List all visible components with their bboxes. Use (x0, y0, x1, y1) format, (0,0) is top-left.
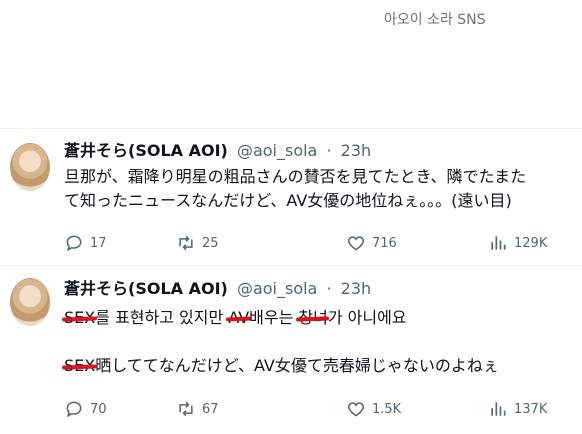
tweet-text-line: 旦那が、霜降り明星の粗品さんの賛否を見てたとき、隣でたまた (64, 167, 527, 186)
retweet-icon (179, 235, 193, 251)
tweet-header: 蒼井そら(SOLA AOI) @aoi_sola · 23h (64, 275, 371, 299)
reply-button[interactable]: 70 (64, 399, 107, 419)
retweet-count: 67 (202, 401, 219, 417)
tweet-text-line: て知ったニュースなんだけど、AV女優の地位ねぇ。。。(遠い目) (64, 191, 512, 210)
view-count: 137K (514, 401, 548, 417)
redacted-word: SEX (64, 306, 95, 330)
retweet-button[interactable]: 67 (176, 399, 219, 419)
author-handle[interactable]: @aoi_sola (237, 279, 317, 298)
avatar[interactable] (10, 278, 50, 326)
like-count: 716 (372, 235, 397, 251)
avatar[interactable] (10, 143, 50, 191)
separator-dot: · (326, 279, 332, 298)
tweet[interactable]: 蒼井そら(SOLA AOI) @aoi_sola · 23h SEX를 표현하고… (0, 265, 582, 418)
retweet-button[interactable]: 25 (176, 233, 219, 253)
reply-icon (66, 401, 82, 418)
tweet-text-line: SEX를 표현하고 있지만 AV배우는 창녀가 아니에요 (64, 306, 407, 330)
timestamp[interactable]: 23h (341, 141, 372, 160)
action-bar: 70 67 1.5K 137K (64, 399, 564, 419)
text-segment: 배우는 (249, 308, 299, 327)
views-button[interactable]: 137K (488, 399, 547, 419)
text-segment: 가 아니에요 (327, 308, 407, 327)
page-caption: 아오이 소라 SNS (384, 12, 486, 28)
view-count: 129K (514, 235, 548, 251)
author-handle[interactable]: @aoi_sola (237, 141, 317, 160)
like-button[interactable]: 716 (346, 233, 397, 253)
tweet-header: 蒼井そら(SOLA AOI) @aoi_sola · 23h (64, 137, 371, 161)
like-icon (347, 236, 365, 251)
text-segment: 晒しててなんだけど、AV女優て売春婦じゃないのよねぇ (95, 356, 499, 375)
views-icon (491, 402, 506, 416)
redacted-word: SEX (64, 354, 95, 378)
separator-dot: · (326, 141, 332, 160)
redacted-word: 창녀 (298, 306, 327, 330)
reply-count: 17 (90, 235, 107, 251)
views-icon (491, 236, 506, 250)
text-segment: 를 표현하고 있지만 (95, 308, 229, 327)
reply-button[interactable]: 17 (64, 233, 107, 253)
timestamp[interactable]: 23h (341, 279, 372, 298)
retweet-icon (179, 401, 193, 417)
like-button[interactable]: 1.5K (346, 399, 401, 419)
reply-icon (66, 235, 82, 252)
views-button[interactable]: 129K (488, 233, 547, 253)
tweet[interactable]: 蒼井そら(SOLA AOI) @aoi_sola · 23h 旦那が、霜降り明星… (0, 128, 582, 252)
retweet-count: 25 (202, 235, 219, 251)
tweet-text-line: SEX晒しててなんだけど、AV女優て売春婦じゃないのよねぇ (64, 354, 499, 378)
author-name[interactable]: 蒼井そら(SOLA AOI) (64, 279, 228, 298)
author-name[interactable]: 蒼井そら(SOLA AOI) (64, 141, 228, 160)
redacted-word: AV (228, 306, 249, 330)
reply-count: 70 (90, 401, 107, 417)
like-icon (347, 402, 365, 417)
action-bar: 17 25 716 129K (64, 233, 564, 253)
like-count: 1.5K (372, 401, 402, 417)
